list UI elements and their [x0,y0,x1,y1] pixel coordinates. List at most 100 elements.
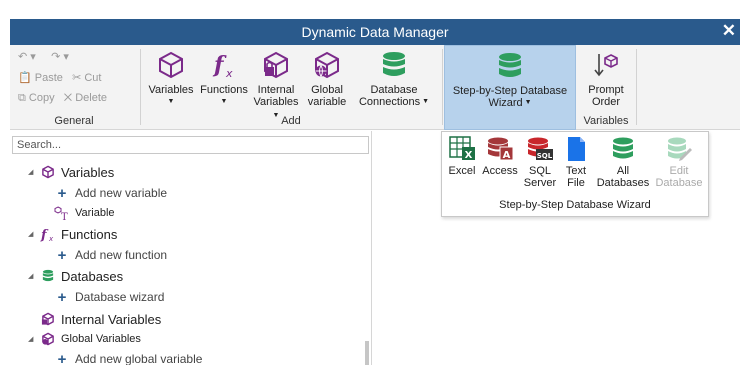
text-file-icon [568,137,585,161]
internal-variables-icon [264,51,288,79]
redo-icon[interactable]: ↷ ▾ [51,51,69,63]
cut-label: Cut [84,72,102,84]
wizard-label-2: Wizard [488,97,523,109]
ribbon-group-add: Variables ▼ f x Functions ▼ Internal Var… [141,45,441,130]
internal-variables-icon [40,311,56,327]
sql-server-icon: SQL [528,137,553,160]
ribbon-separator [442,49,443,125]
copy-label: Copy [28,92,55,104]
edit-database-label-1: Edit [669,165,689,177]
paste-label: Paste [34,72,63,84]
svg-text:X: X [465,150,473,161]
all-databases-label-2: Databases [596,177,650,189]
group-label-general: General [54,115,94,127]
expand-toggle-icon[interactable]: ◢ [28,230,40,238]
tree-label: Add new function [75,248,168,262]
internal-variables-button[interactable]: Internal Variables ▼ [251,50,301,122]
internal-label-2: Variables [253,96,299,108]
copy-icon: ⧉ [18,92,26,104]
tree-label: Databases [61,268,124,284]
svg-text:x: x [225,67,233,80]
tree-node-variables[interactable]: ◢ Variables [10,162,114,182]
plus-icon: + [57,184,67,202]
all-databases-label-1: All [616,165,630,177]
prompt-label-2: Order [591,96,621,108]
group-label-add: Add [281,115,301,127]
plus-icon: + [57,288,67,306]
delete-button[interactable]: ✕ Delete [64,92,107,104]
global-variable-icon [315,51,339,79]
prompt-order-button[interactable]: Prompt Order [578,50,634,108]
edit-database-icon [668,137,692,161]
database-label-1: Database [370,84,418,96]
tree-item-variable[interactable]: T Variable [54,203,115,223]
access-icon: A [488,137,514,161]
delete-label: Delete [75,92,108,104]
scissors-icon: ✂ [72,72,82,84]
sql-server-option[interactable]: SQL SQL Server [522,136,558,189]
database-icon [613,137,633,159]
excel-label: Excel [448,165,476,177]
group-label-variables: Variables [583,115,629,127]
sql-label-2: Server [523,177,557,189]
step-by-step-database-wizard-button[interactable]: Step-by-Step Database Wizard ▼ [444,45,576,130]
database-icon [383,52,405,76]
functions-button[interactable]: f x Functions ▼ [199,50,249,108]
variables-button[interactable]: Variables ▼ [143,50,199,108]
close-icon[interactable]: ✕ [722,21,736,41]
svg-text:x: x [48,235,54,242]
expand-toggle-icon[interactable]: ◢ [28,272,40,280]
function-fx-icon: f x [212,52,233,80]
edit-database-option[interactable]: Edit Database [652,136,706,189]
tree-item-add-variable[interactable]: + Add new variable [54,183,167,203]
database-icon [499,53,521,77]
text-file-option[interactable]: Text File [560,136,592,189]
tree-node-global-variables[interactable]: ◢ Global Variables [10,329,141,349]
wizard-label-1: Step-by-Step Database [452,85,568,97]
copy-delete-row: ⧉ Copy ✕ Delete [18,92,107,105]
excel-icon: X [449,136,475,161]
title-bar: Dynamic Data Manager ✕ [10,19,740,45]
text-file-label-2: File [567,177,585,189]
excel-option[interactable]: X Excel [444,136,480,177]
undo-icon[interactable]: ↶ ▾ [18,51,36,63]
tree-item-add-function[interactable]: + Add new function [54,245,167,265]
tree-item-add-global-variable[interactable]: + Add new global variable [54,349,203,365]
database-icon [40,268,56,284]
tree-item-database-wizard[interactable]: + Database wizard [54,287,165,307]
plus-icon: + [57,246,67,264]
all-databases-option[interactable]: All Databases [594,136,652,189]
text-file-label-1: Text [565,165,587,177]
tree-label: Add new global variable [75,352,203,365]
variables-label: Variables [148,84,194,96]
svg-text:f: f [40,228,49,242]
access-option[interactable]: A Access [480,136,520,177]
text-variable-icon: T [54,205,70,221]
ribbon: ↶ ▾ ↷ ▾ 📋 Paste ✂ Cut ⧉ Copy ✕ Delete Ge… [10,45,740,130]
wizard-button-content: Step-by-Step Database Wizard ▼ [445,51,575,109]
vertical-scrollbar[interactable] [365,341,369,365]
paste-button[interactable]: 📋 Paste [18,72,63,84]
chevron-down-icon: ▼ [522,99,532,107]
cut-button[interactable]: ✂ Cut [72,72,101,84]
internal-label-1: Internal [257,84,295,96]
search-input[interactable]: Search... [12,136,369,154]
ribbon-group-variables: Prompt Order Variables [578,45,634,130]
copy-button[interactable]: ⧉ Copy [18,92,55,104]
chevron-down-icon: ▼ [167,98,175,106]
svg-text:SQL: SQL [537,152,553,160]
tree-label: Add new variable [75,186,168,200]
global-variable-button[interactable]: Global variable [303,50,351,108]
global-label-1: Global [311,84,343,96]
paste-cut-row: 📋 Paste ✂ Cut [18,71,101,84]
prompt-order-icon [594,54,618,77]
tree-node-functions[interactable]: ◢ fx Functions [10,224,117,244]
tree-node-databases[interactable]: ◢ Databases [10,266,123,286]
expand-toggle-icon[interactable]: ◢ [28,168,40,176]
tree-node-internal-variables[interactable]: Internal Variables [40,309,161,329]
prompt-label-1: Prompt [588,84,624,96]
database-connections-button[interactable]: Database Connections ▼ [353,50,435,108]
expand-toggle-icon[interactable]: ◢ [28,335,40,343]
access-label: Access [482,165,518,177]
undo-redo-row: ↶ ▾ ↷ ▾ [18,50,69,63]
